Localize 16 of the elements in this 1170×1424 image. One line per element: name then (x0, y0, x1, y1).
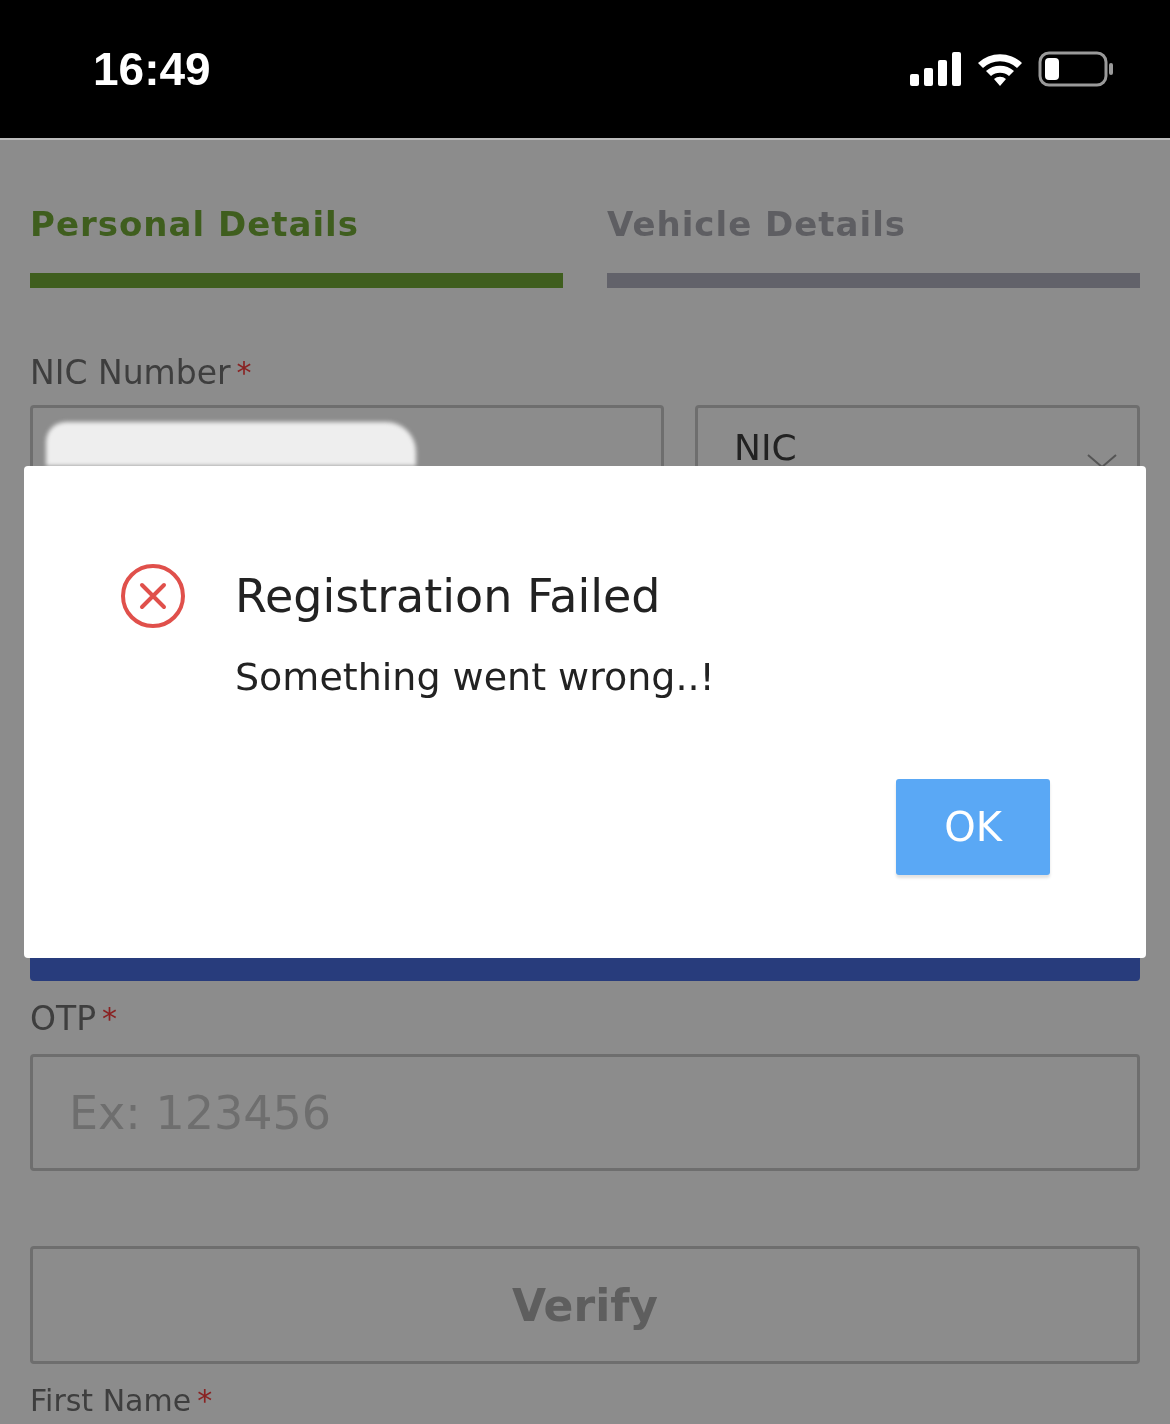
required-mark: * (102, 1001, 118, 1036)
battery-icon (1038, 51, 1114, 87)
field-label: First Name (30, 1383, 192, 1418)
field-label: NIC Number (30, 353, 231, 392)
tab[interactable]: Personal Details (30, 202, 563, 288)
ok-button[interactable]: OK (896, 779, 1050, 875)
error-icon (120, 563, 186, 629)
wifi-icon (976, 51, 1024, 87)
required-mark: * (236, 355, 252, 390)
dialog-title: Registration Failed (235, 569, 661, 623)
dialog-message: Something went wrong..! (235, 655, 716, 699)
chevron-icon (1087, 454, 1117, 468)
signal-icon (910, 52, 962, 86)
field-label: OTP (30, 999, 97, 1038)
required-mark: * (197, 1383, 213, 1418)
clock-time: 16:49 (93, 42, 211, 96)
